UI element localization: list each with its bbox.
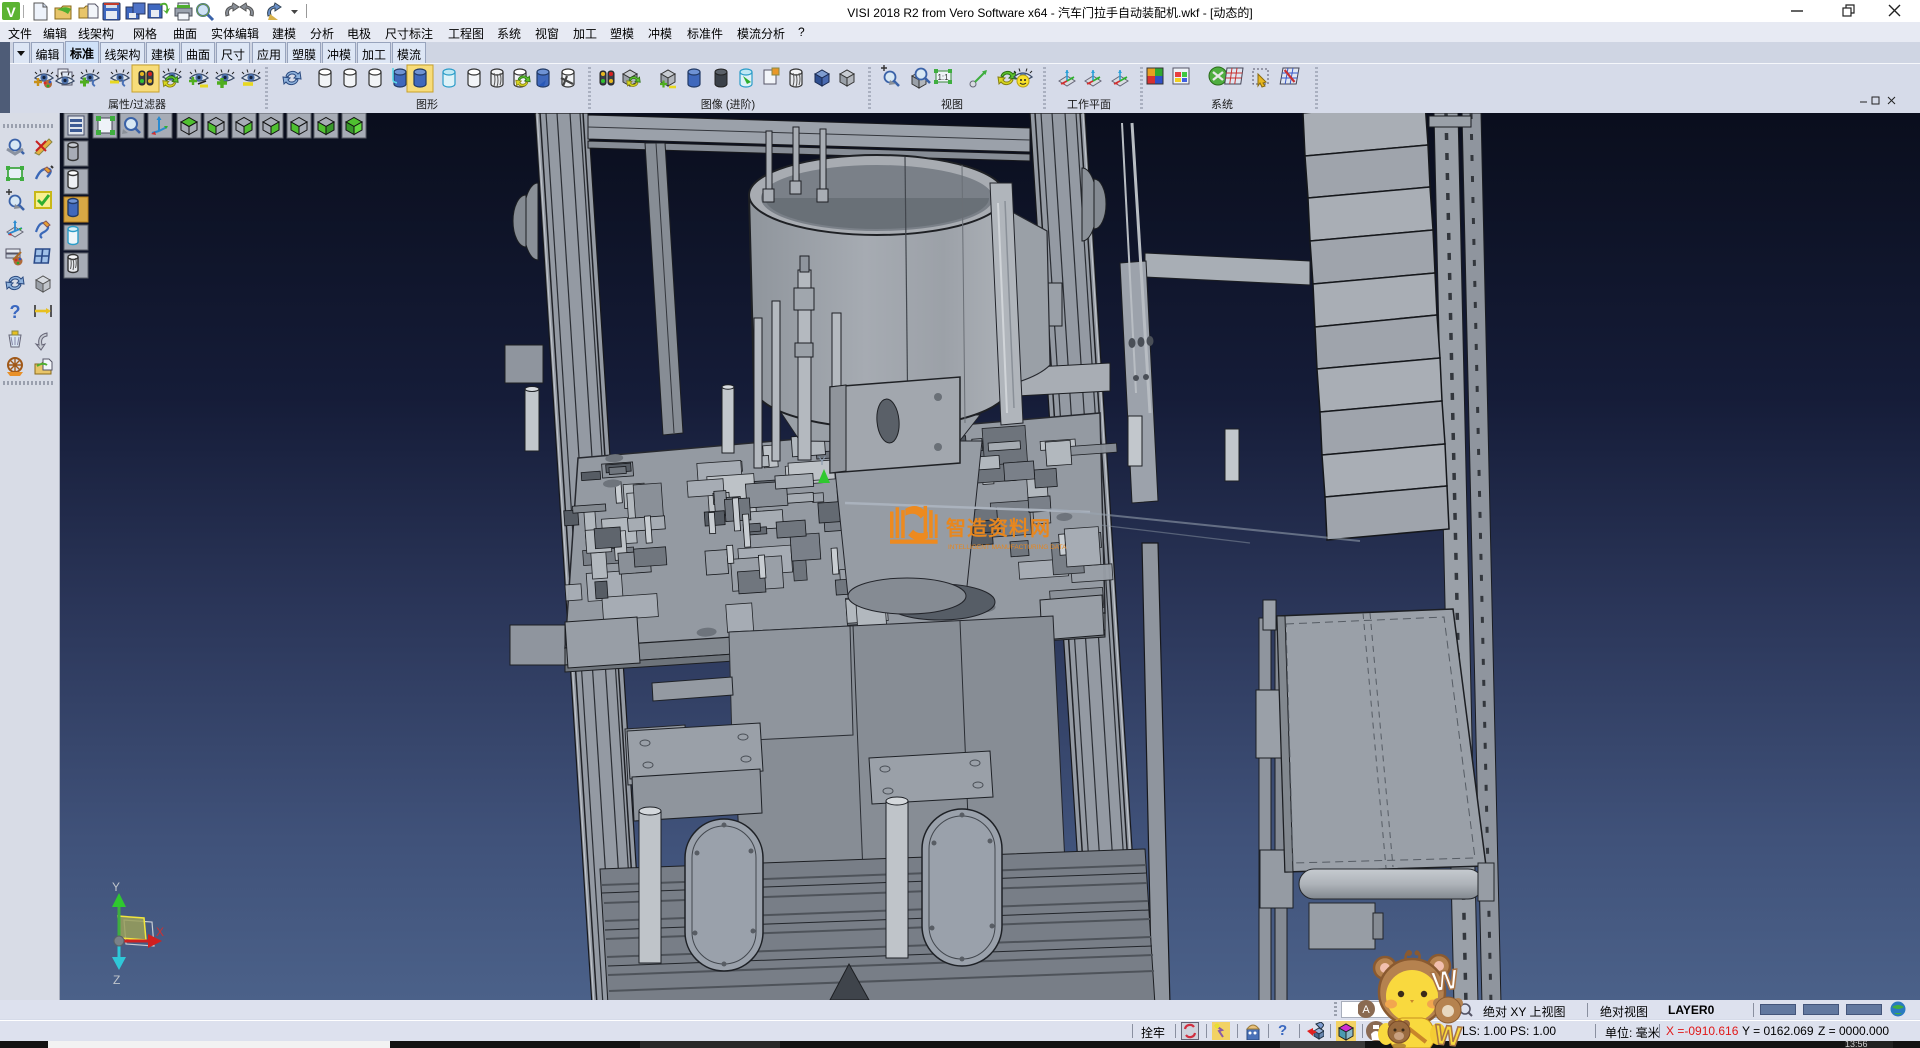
svg-text:属性/过滤器: 属性/过滤器	[108, 97, 166, 111]
svg-text:W: W	[1433, 1019, 1463, 1048]
svg-text:系统: 系统	[1211, 98, 1233, 111]
svg-text:智造资料网: 智造资料网	[946, 516, 1051, 540]
svg-text:X: X	[156, 925, 164, 939]
svg-text:V: V	[6, 4, 16, 20]
svg-text:1:1: 1:1	[937, 73, 949, 82]
svg-text:图形: 图形	[416, 98, 438, 111]
svg-text:Y: Y	[112, 880, 120, 894]
svg-text:INTELLIGENT MANUFACTURING DATA: INTELLIGENT MANUFACTURING DATA	[948, 544, 1067, 551]
svg-text:?: ?	[10, 302, 21, 322]
svg-text:工作平面: 工作平面	[1067, 98, 1111, 111]
svg-text:图像 (进阶): 图像 (进阶)	[701, 97, 755, 111]
svg-text:Z: Z	[113, 973, 120, 987]
svg-text:Y: Y	[818, 454, 826, 468]
svg-text:W: W	[1430, 963, 1461, 997]
svg-text:视图: 视图	[941, 97, 963, 111]
